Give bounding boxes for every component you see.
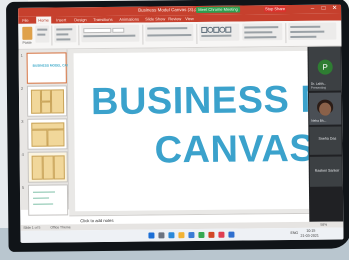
paste-icon[interactable] [22, 26, 33, 40]
laptop-bezel: Business Model Canvas (3).p... Meet Chro… [6, 0, 349, 252]
tab-transitions[interactable]: Transitions [93, 17, 112, 22]
participant-name: Neha Bh... [311, 118, 327, 123]
tab-insert[interactable]: Insert [56, 17, 66, 22]
tab-slide-show[interactable]: Slide Show [145, 16, 165, 21]
slide-thumbnail-1[interactable]: BUSINESS MODEL CANVAS [26, 52, 75, 84]
thumb-number: 5 [21, 184, 25, 190]
app-icon[interactable] [228, 231, 235, 238]
current-slide[interactable]: BUSINESS MODEL CANVAS [73, 50, 310, 212]
drawing-shapes-group[interactable] [199, 23, 240, 41]
meet-participants-panel: P Dr. Lalith... Presenting Neha Bh... Sn… [307, 46, 344, 222]
slide-thumbnail-3[interactable] [27, 118, 68, 150]
close-button[interactable]: ✕ [330, 5, 339, 14]
task-view-icon[interactable] [168, 232, 175, 239]
presenter-avatar: P [317, 59, 333, 75]
slide-thumbnail-2[interactable] [26, 85, 68, 117]
tab-review[interactable]: Review [168, 16, 181, 21]
screen: Business Model Canvas (3).p... Meet Chro… [18, 4, 344, 243]
chrome-icon[interactable] [198, 231, 205, 238]
stop-share-button[interactable]: Stop Share [264, 6, 287, 13]
minimize-button[interactable]: – [308, 5, 317, 14]
language-indicator[interactable]: ENG [290, 231, 298, 235]
tab-file[interactable]: File [22, 18, 29, 23]
file-explorer-icon[interactable] [178, 232, 185, 239]
powerpoint-icon[interactable] [208, 231, 215, 238]
slide-thumbnail-4[interactable] [27, 151, 68, 183]
participant-name: Sneha Das [318, 136, 337, 141]
start-icon[interactable] [148, 232, 155, 239]
clock-time[interactable]: 10:15 [306, 229, 315, 233]
zoom-level[interactable]: 58% [320, 223, 327, 227]
theme-name: Office Theme [50, 225, 71, 230]
thumb-number: 1 [20, 52, 23, 58]
window-title: Business Model Canvas (3).p... [138, 6, 201, 13]
thumb-number: 2 [20, 85, 24, 91]
app-icon[interactable] [218, 231, 225, 238]
ribbon-separator [51, 25, 53, 46]
paste-label: Paste [22, 40, 32, 45]
ribbon: Paste [18, 20, 342, 50]
participant-tile[interactable]: Sneha Das [309, 126, 342, 155]
tab-view[interactable]: View [185, 16, 194, 21]
thumb-number: 4 [21, 151, 24, 157]
maximize-button[interactable]: □ [319, 5, 328, 14]
search-icon[interactable] [158, 232, 165, 239]
windows-taskbar: ENG 10:15 21-03-2021 [20, 227, 344, 243]
notes-placeholder: Click to add notes [80, 217, 114, 224]
meet-sharing-bar[interactable]: Meet Chrome Meeting [196, 6, 241, 14]
ribbon-separator [78, 25, 80, 46]
ribbon-separator [142, 24, 144, 45]
ribbon-separator [196, 23, 198, 45]
slide-thumbnail-pane: 1 BUSINESS MODEL CANVAS 2 3 4 5 [18, 49, 75, 216]
font-group[interactable] [81, 24, 140, 43]
participant-tile-video[interactable]: Neha Bh... [308, 92, 342, 125]
edge-icon[interactable] [188, 232, 195, 239]
thumb-number: 3 [21, 118, 24, 124]
participant-name: Rashmi Sankar [314, 168, 340, 173]
participant-status: Presenting [310, 85, 327, 90]
paragraph-group[interactable] [145, 24, 194, 42]
tab-animations[interactable]: Animations [119, 17, 139, 22]
slide-title-line-1[interactable]: BUSINESS MODEL [91, 77, 309, 124]
drawing-arrange-group[interactable] [242, 23, 283, 41]
slide-thumbnail-5[interactable] [27, 184, 69, 216]
ribbon-separator [285, 23, 287, 44]
slide-canvas: BUSINESS MODEL CANVAS [67, 46, 310, 216]
editing-group[interactable] [288, 22, 337, 41]
tab-design[interactable]: Design [74, 17, 87, 22]
slides-group[interactable] [54, 25, 77, 43]
slide-title-line-2[interactable]: CANVAS [154, 128, 309, 173]
clock-date[interactable]: 21-03-2021 [300, 234, 318, 238]
participant-tile[interactable]: Rashmi Sankar [309, 156, 342, 187]
participant-video-face [319, 102, 332, 116]
slide-count: Slide 1 of 5 [23, 225, 41, 230]
clipboard-group[interactable] [35, 25, 50, 43]
participant-tile-presenter[interactable]: P Dr. Lalith... Presenting [308, 46, 341, 91]
